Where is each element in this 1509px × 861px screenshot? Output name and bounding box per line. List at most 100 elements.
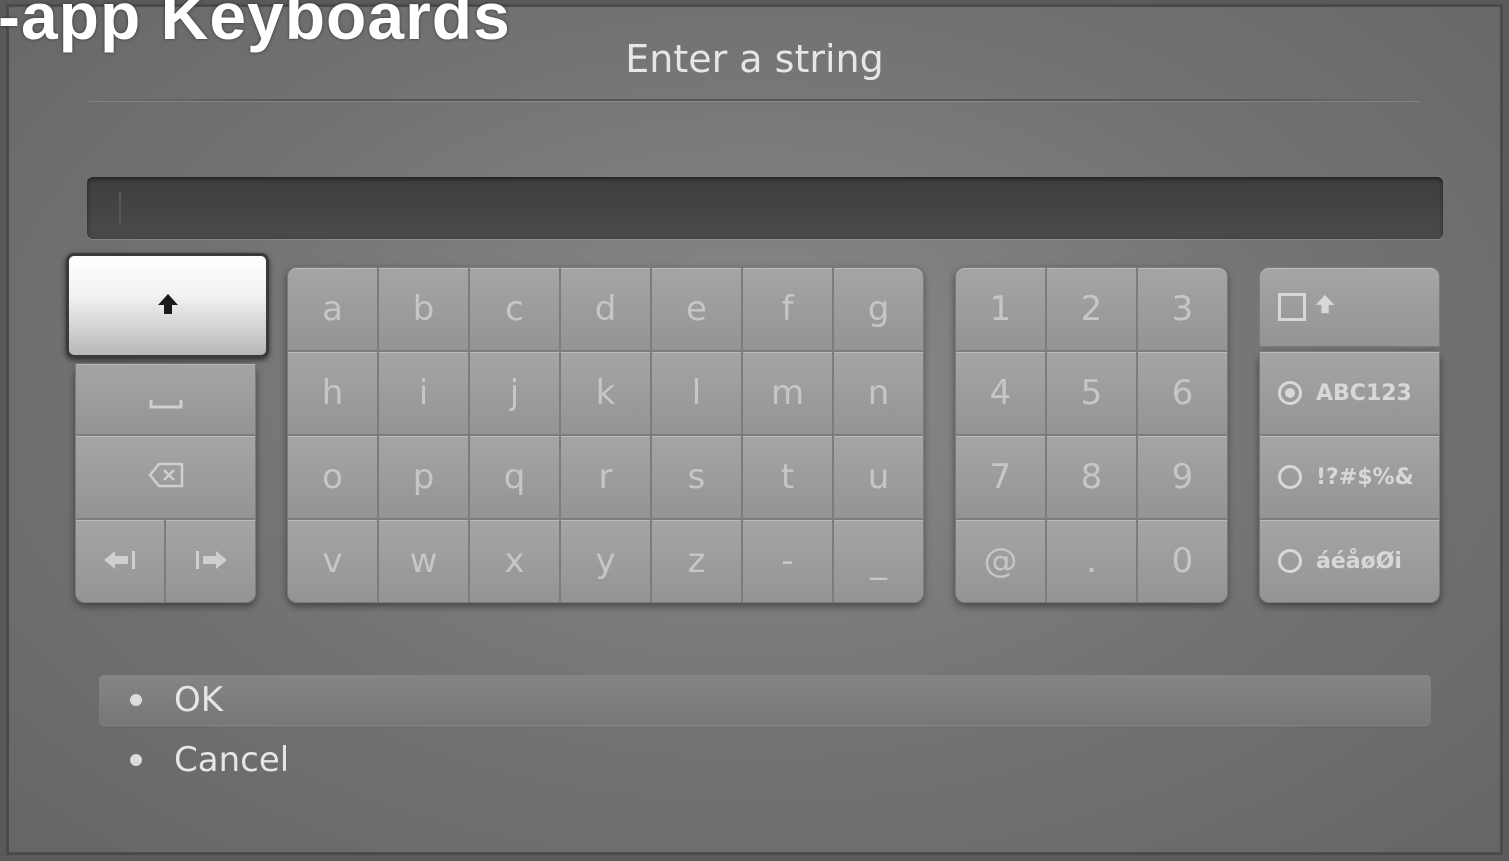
number-key-label: @ — [983, 541, 1018, 581]
letter-key[interactable]: j — [469, 351, 560, 435]
shift-arrow-icon — [156, 292, 180, 320]
number-key[interactable]: 2 — [1046, 267, 1137, 351]
letter-key-label: j — [509, 373, 520, 413]
letter-key[interactable]: - — [742, 519, 833, 603]
letter-key-label: o — [322, 457, 343, 497]
number-key[interactable]: 4 — [955, 351, 1046, 435]
space-key[interactable] — [75, 363, 256, 435]
number-key[interactable]: 3 — [1137, 267, 1228, 351]
letter-key[interactable]: p — [378, 435, 469, 519]
letter-key[interactable]: d — [560, 267, 651, 351]
letter-key[interactable]: i — [378, 351, 469, 435]
letter-key[interactable]: v — [287, 519, 378, 603]
letter-key[interactable]: z — [651, 519, 742, 603]
letter-key[interactable]: m — [742, 351, 833, 435]
letter-key-label: s — [687, 457, 706, 497]
slide-title: -app Keyboards — [0, 0, 511, 53]
number-key[interactable]: 8 — [1046, 435, 1137, 519]
letter-key-label: p — [412, 457, 435, 497]
number-key-label: 3 — [1171, 289, 1194, 329]
number-key-label: 4 — [989, 373, 1012, 413]
caps-lock-checkbox — [1278, 293, 1306, 321]
bullet-icon — [130, 694, 142, 706]
letter-key-label: n — [867, 373, 890, 413]
letter-key-label: q — [503, 457, 526, 497]
number-key-label: 2 — [1080, 289, 1103, 329]
letter-key[interactable]: a — [287, 267, 378, 351]
space-bar-icon — [149, 379, 183, 419]
letter-key[interactable]: s — [651, 435, 742, 519]
cursor-right-key[interactable] — [165, 519, 256, 603]
letter-key[interactable]: h — [287, 351, 378, 435]
letter-key[interactable]: n — [833, 351, 924, 435]
mode-label: ABC123 — [1316, 380, 1412, 406]
cursor-left-key[interactable] — [75, 519, 165, 603]
letter-key[interactable]: k — [560, 351, 651, 435]
mode-radio — [1278, 465, 1302, 489]
letter-key-label: e — [686, 289, 707, 329]
letter-key[interactable]: e — [651, 267, 742, 351]
bullet-icon — [130, 754, 142, 766]
mode-key[interactable]: áéåøØi — [1259, 519, 1440, 603]
number-key[interactable]: 0 — [1137, 519, 1228, 603]
number-key-label: . — [1086, 541, 1097, 581]
letter-key[interactable]: t — [742, 435, 833, 519]
letter-key[interactable]: _ — [833, 519, 924, 603]
mode-radio — [1278, 549, 1302, 573]
number-key-label: 8 — [1080, 457, 1103, 497]
letter-key-label: u — [867, 457, 890, 497]
letter-key[interactable]: y — [560, 519, 651, 603]
cursor-left-icon — [102, 541, 138, 581]
text-caret — [119, 191, 121, 225]
mode-key[interactable]: !?#$%& — [1259, 435, 1440, 519]
number-key[interactable]: 7 — [955, 435, 1046, 519]
mode-label: !?#$%& — [1316, 464, 1414, 490]
cursor-right-icon — [193, 541, 229, 581]
letter-key[interactable]: g — [833, 267, 924, 351]
letter-key[interactable]: f — [742, 267, 833, 351]
letter-key-label: - — [781, 541, 794, 581]
letter-key-label: v — [322, 541, 343, 581]
letter-key-label: k — [595, 373, 616, 413]
shift-key[interactable] — [66, 253, 269, 358]
letter-key-label: g — [867, 289, 890, 329]
letter-key[interactable]: r — [560, 435, 651, 519]
letter-key[interactable]: b — [378, 267, 469, 351]
number-key[interactable]: . — [1046, 519, 1137, 603]
letter-key-label: y — [595, 541, 616, 581]
letter-key-label: t — [780, 457, 795, 497]
number-key-label: 9 — [1171, 457, 1194, 497]
caps-lock-key[interactable] — [1259, 267, 1440, 347]
number-key-label: 1 — [989, 289, 1012, 329]
letter-key-label: x — [504, 541, 525, 581]
letter-key[interactable]: x — [469, 519, 560, 603]
backspace-icon — [147, 457, 184, 497]
keyboard-dialog: Enter a string abcdefghijklmnopqrstuvwxy… — [6, 4, 1503, 855]
letter-key[interactable]: c — [469, 267, 560, 351]
number-key[interactable]: 1 — [955, 267, 1046, 351]
number-key-label: 7 — [989, 457, 1012, 497]
letter-key[interactable]: u — [833, 435, 924, 519]
cancel-button[interactable]: Cancel — [99, 735, 1431, 785]
number-key[interactable]: 9 — [1137, 435, 1228, 519]
number-key-label: 6 — [1171, 373, 1194, 413]
ok-button[interactable]: OK — [99, 675, 1431, 725]
letter-key-label: r — [598, 457, 613, 497]
letter-key[interactable]: q — [469, 435, 560, 519]
number-key[interactable]: 6 — [1137, 351, 1228, 435]
number-key[interactable]: @ — [955, 519, 1046, 603]
mode-key[interactable]: ABC123 — [1259, 351, 1440, 435]
letter-key-label: l — [691, 373, 702, 413]
letter-key[interactable]: o — [287, 435, 378, 519]
letter-key-label: w — [409, 541, 438, 581]
letter-key-label: d — [594, 289, 617, 329]
backspace-key[interactable] — [75, 435, 256, 519]
number-key[interactable]: 5 — [1046, 351, 1137, 435]
letter-key-label: i — [418, 373, 429, 413]
letter-key-label: m — [770, 373, 805, 413]
letter-key[interactable]: l — [651, 351, 742, 435]
number-key-label: 0 — [1171, 541, 1194, 581]
text-entry-field[interactable] — [87, 177, 1443, 239]
letter-key[interactable]: w — [378, 519, 469, 603]
letter-key-label: b — [412, 289, 435, 329]
